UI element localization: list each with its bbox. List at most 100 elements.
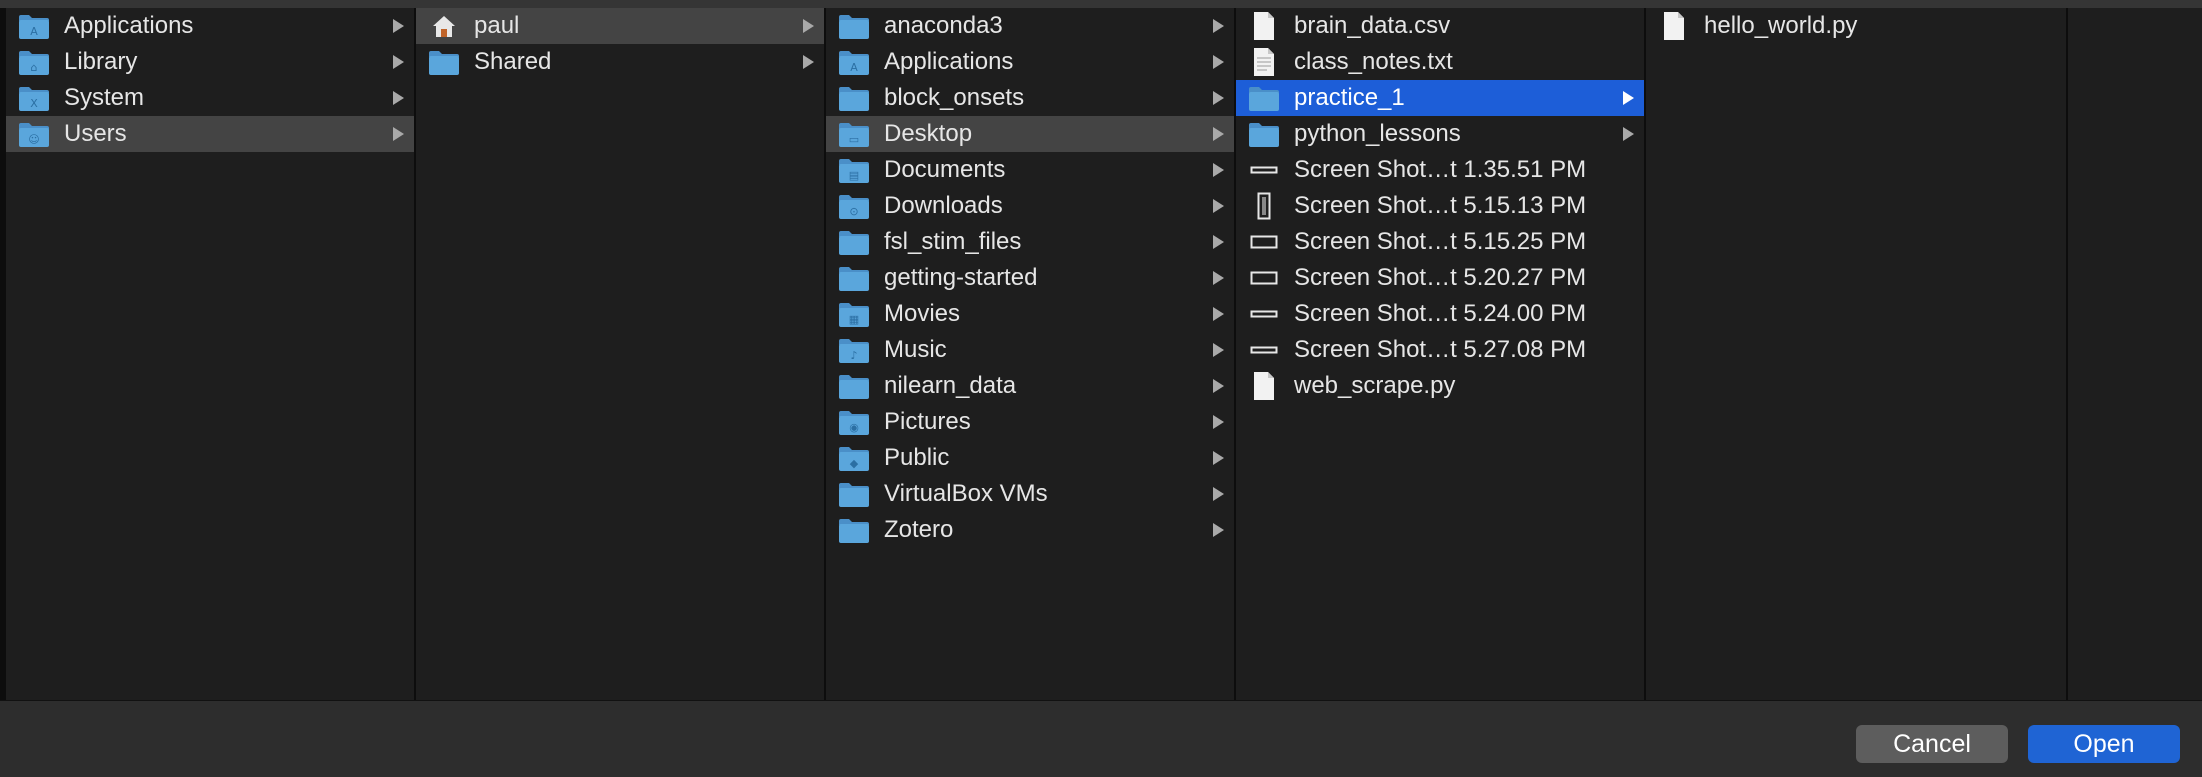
svg-text:A: A [850,61,858,74]
svg-text:♪: ♪ [850,349,857,362]
folder-row[interactable]: ◉ Pictures [826,404,1234,440]
folder-row[interactable]: VirtualBox VMs [826,476,1234,512]
folder-row[interactable]: A Applications [6,8,414,44]
row-label: VirtualBox VMs [884,480,1048,507]
folder-row[interactable]: nilearn_data [826,368,1234,404]
row-label: block_onsets [884,84,1025,111]
row-label: anaconda3 [884,12,1003,39]
system-folder-icon: X [18,82,50,114]
folder-row[interactable]: python_lessons [1236,116,1644,152]
row-label: Library [64,48,138,75]
row-label: getting-started [884,264,1038,291]
row-label: Screen Shot…t 5.27.08 PM [1294,336,1587,363]
disclosure-arrow-icon [1213,307,1224,321]
row-label: Screen Shot…t 5.20.27 PM [1294,264,1587,291]
folder-row[interactable]: A Applications [826,44,1234,80]
row-label: Screen Shot…t 1.35.51 PM [1294,156,1587,183]
file-row[interactable]: hello_world.py [1646,8,2066,44]
file-row[interactable]: Screen Shot…t 5.20.27 PM [1236,260,1644,296]
folder-row[interactable]: Zotero [826,512,1234,548]
disclosure-arrow-icon [1213,19,1224,33]
music-folder-icon: ♪ [838,334,870,366]
disclosure-arrow-icon [1623,91,1634,105]
column-4[interactable]: brain_data.csv class_notes.txt practice_1p… [1236,8,1646,700]
file-icon [1658,10,1690,42]
folder-row[interactable]: paul [416,8,824,44]
row-label: Public [884,444,950,471]
file-icon [1248,370,1280,402]
apps-folder-icon: A [18,10,50,42]
column-3[interactable]: anaconda3 A Applications block_onsets ▭ Deskt… [826,8,1236,700]
file-row[interactable]: brain_data.csv [1236,8,1644,44]
file-row[interactable]: web_scrape.py [1236,368,1644,404]
disclosure-arrow-icon [1213,127,1224,141]
folder-icon [838,370,870,402]
file-row[interactable]: Screen Shot…t 1.35.51 PM [1236,152,1644,188]
svg-text:▦: ▦ [849,313,859,326]
row-label: hello_world.py [1704,12,1858,39]
folder-row[interactable]: practice_1 [1236,80,1644,116]
folder-icon [1248,82,1280,114]
disclosure-arrow-icon [1213,55,1224,69]
folder-row[interactable]: ⌂ Library [6,44,414,80]
folder-row[interactable]: ⊙ Downloads [826,188,1234,224]
svg-text:⊙: ⊙ [849,205,858,218]
cancel-button[interactable]: Cancel [1856,725,2008,763]
row-label: Music [884,336,947,363]
folder-row[interactable]: X System [6,80,414,116]
row-label: Applications [64,12,194,39]
file-row[interactable]: Screen Shot…t 5.27.08 PM [1236,332,1644,368]
svg-text:X: X [30,97,38,110]
column-2[interactable]: paul Shared [416,8,826,700]
folder-row[interactable]: ♪ Music [826,332,1234,368]
pictures-folder-icon: ◉ [838,406,870,438]
folder-row[interactable]: ◆ Public [826,440,1234,476]
disclosure-arrow-icon [1213,379,1224,393]
svg-text:◉: ◉ [849,421,859,434]
text-file-icon [1248,46,1280,78]
disclosure-arrow-icon [1213,271,1224,285]
column-browser: A Applications ⌂ Library X System ☺ Users paul S… [0,0,2202,700]
disclosure-arrow-icon [1213,415,1224,429]
row-label: Movies [884,300,961,327]
row-label: Downloads [884,192,1003,219]
disclosure-arrow-icon [1623,127,1634,141]
svg-text:A: A [30,25,38,38]
folder-row[interactable]: ▭ Desktop [826,116,1234,152]
folder-icon [838,262,870,294]
folder-row[interactable]: anaconda3 [826,8,1234,44]
folder-row[interactable]: fsl_stim_files [826,224,1234,260]
svg-text:▭: ▭ [849,133,859,146]
folder-row[interactable]: Shared [416,44,824,80]
row-label: Documents [884,156,1006,183]
disclosure-arrow-icon [1213,343,1224,357]
row-label: python_lessons [1294,120,1461,147]
row-label: Screen Shot…t 5.15.25 PM [1294,228,1587,255]
folder-icon [838,514,870,546]
row-label: Desktop [884,120,973,147]
disclosure-arrow-icon [803,55,814,69]
column-6[interactable] [2068,8,2202,700]
row-label: paul [474,12,520,39]
row-label: Applications [884,48,1014,75]
disclosure-arrow-icon [1213,487,1224,501]
open-button[interactable]: Open [2028,725,2180,763]
row-label: Shared [474,48,552,75]
column-5[interactable]: hello_world.py [1646,8,2068,700]
disclosure-arrow-icon [393,19,404,33]
file-row[interactable]: class_notes.txt [1236,44,1644,80]
row-label: System [64,84,145,111]
folder-row[interactable]: ☺ Users [6,116,414,152]
folder-row[interactable]: ▦ Movies [826,296,1234,332]
folder-icon [838,478,870,510]
folder-row[interactable]: block_onsets [826,80,1234,116]
disclosure-arrow-icon [1213,163,1224,177]
file-row[interactable]: Screen Shot…t 5.15.13 PM [1236,188,1644,224]
folder-row[interactable]: getting-started [826,260,1234,296]
column-1[interactable]: A Applications ⌂ Library X System ☺ Users [0,8,416,700]
file-icon [1248,10,1280,42]
file-row[interactable]: Screen Shot…t 5.24.00 PM [1236,296,1644,332]
file-row[interactable]: Screen Shot…t 5.15.25 PM [1236,224,1644,260]
folder-row[interactable]: ▤ Documents [826,152,1234,188]
disclosure-arrow-icon [393,91,404,105]
